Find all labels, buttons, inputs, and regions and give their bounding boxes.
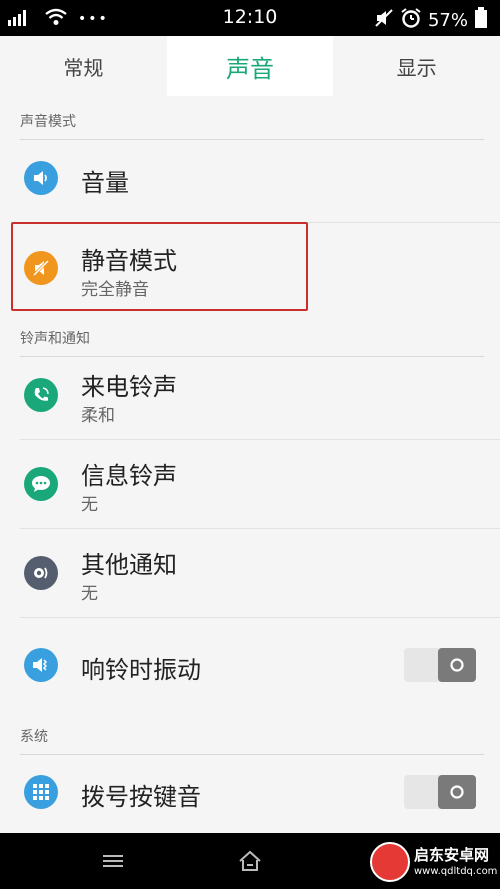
message-icon: [24, 467, 58, 501]
vibrate-title: 响铃时振动: [81, 656, 201, 684]
dial-tone-toggle[interactable]: [404, 775, 476, 809]
ringtone-row[interactable]: 来电铃声 柔和: [0, 351, 500, 439]
watermark-logo: [370, 842, 410, 882]
other-notify-title: 其他通知: [81, 551, 177, 579]
watermark-url: www.qdltdq.com: [414, 866, 498, 877]
message-tone-subtitle: 无: [81, 495, 98, 515]
dial-tone-row[interactable]: 拨号按键音: [0, 749, 500, 833]
watermark: 启东安卓网 www.qdltdq.com: [370, 842, 498, 886]
highlight-box: [11, 222, 308, 311]
menu-icon[interactable]: [93, 847, 133, 875]
message-tone-title: 信息铃声: [81, 462, 177, 490]
tab-bar: 常规 声音 显示: [0, 36, 500, 96]
ringtone-subtitle: 柔和: [81, 406, 115, 426]
other-notify-subtitle: 无: [81, 584, 98, 604]
tab-display[interactable]: 显示: [333, 36, 500, 96]
battery-text: 57%: [427, 10, 468, 31]
vibrate-row[interactable]: 响铃时振动: [0, 618, 500, 708]
message-tone-row[interactable]: 信息铃声 无: [0, 440, 500, 528]
vibrate-icon: [24, 648, 58, 682]
phone-icon: [24, 378, 58, 412]
alarm-icon: [400, 7, 422, 34]
tab-sound[interactable]: 声音: [166, 36, 334, 96]
other-notify-row[interactable]: 其他通知 无: [0, 529, 500, 617]
volume-row[interactable]: 音量: [0, 134, 500, 222]
vibrate-toggle[interactable]: [404, 648, 476, 682]
battery-icon: [474, 7, 488, 34]
dial-tone-title: 拨号按键音: [81, 783, 201, 811]
watermark-name: 启东安卓网: [414, 846, 490, 864]
speaker-icon: [24, 161, 58, 195]
mute-icon: [374, 8, 394, 33]
home-icon[interactable]: [230, 847, 270, 875]
tab-general[interactable]: 常规: [0, 36, 167, 96]
toggle-knob: [438, 648, 476, 682]
ringtone-title: 来电铃声: [81, 373, 177, 401]
notify-icon: [24, 556, 58, 590]
toggle-knob: [438, 775, 476, 809]
volume-title: 音量: [81, 169, 129, 197]
status-bar: ••• 12:10 57%: [0, 0, 500, 36]
keypad-icon: [24, 775, 58, 809]
